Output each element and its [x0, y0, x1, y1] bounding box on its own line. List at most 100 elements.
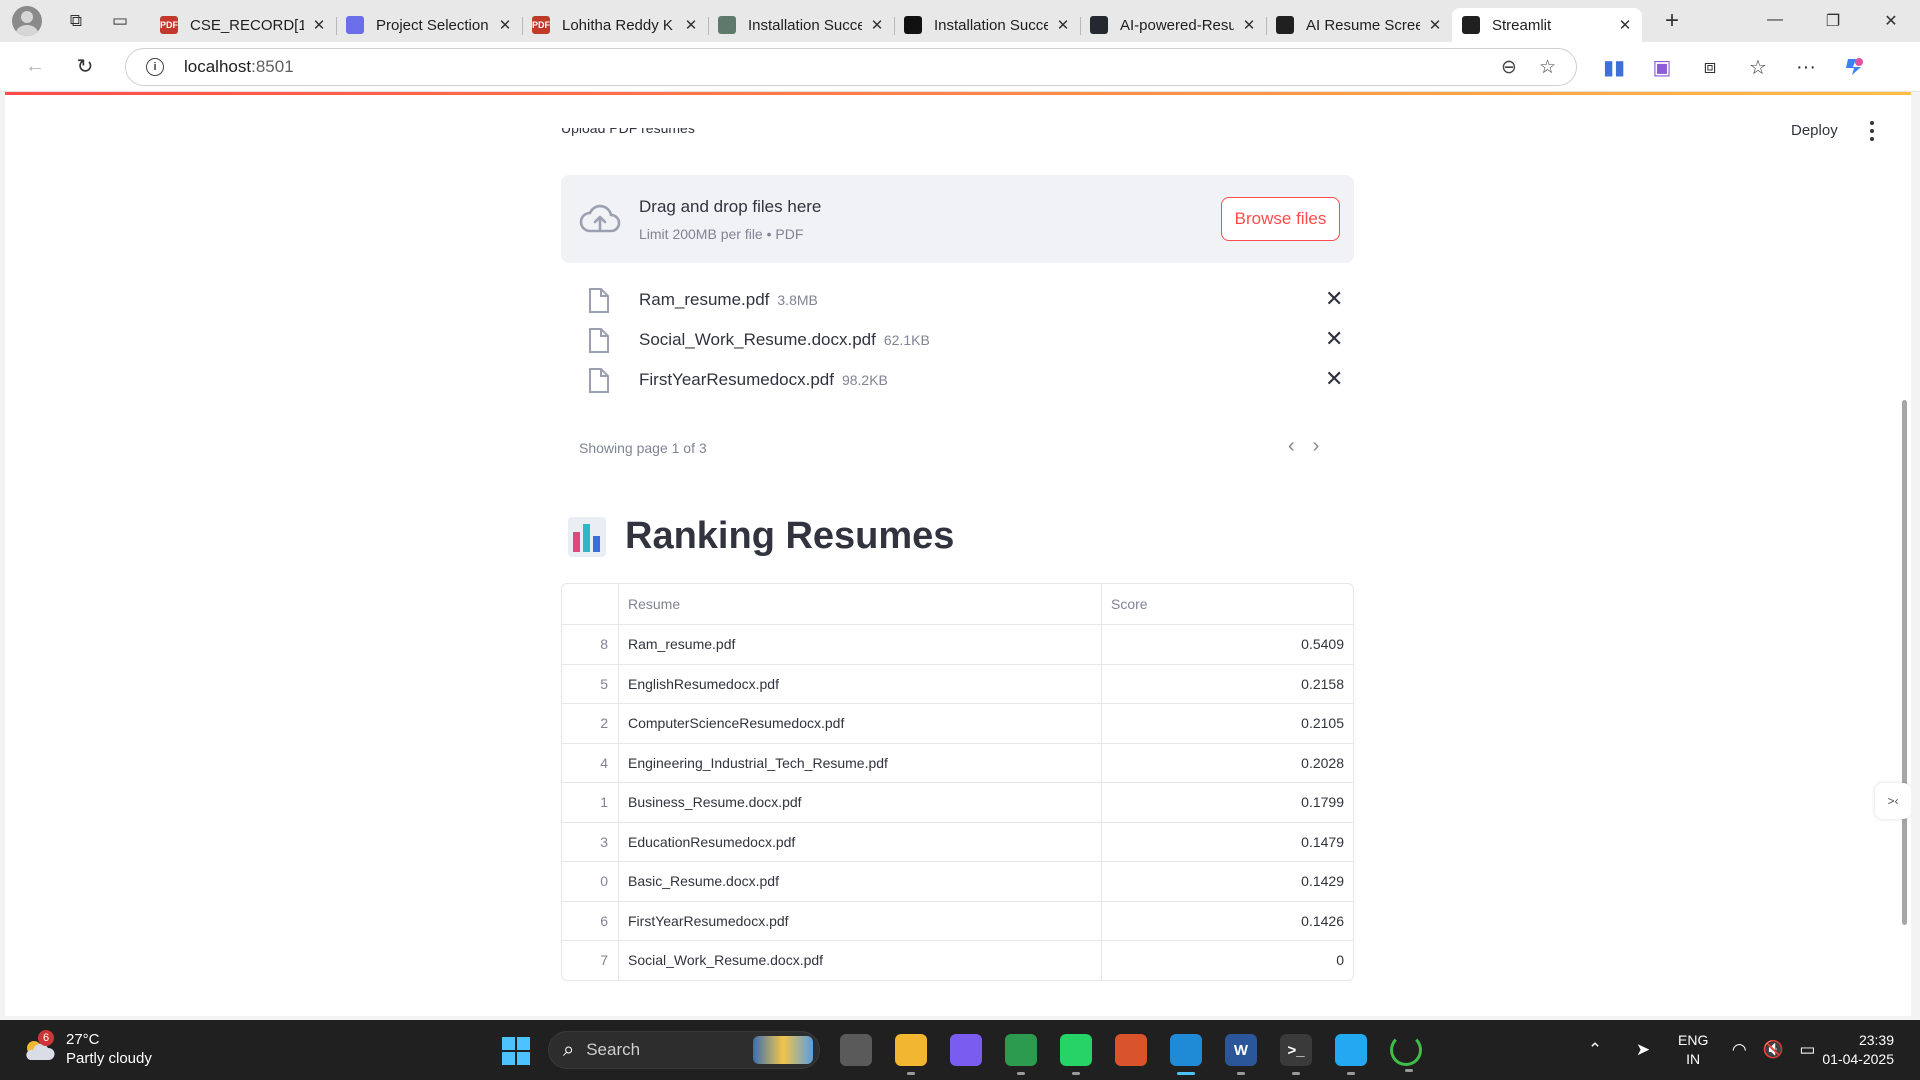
- taskbar-word-icon[interactable]: W: [1225, 1034, 1257, 1075]
- main-menu-icon[interactable]: [1867, 119, 1877, 143]
- resume-cell: FirstYearResumedocx.pdf: [619, 901, 1102, 940]
- resume-cell: Engineering_Industrial_Tech_Resume.pdf: [619, 743, 1102, 782]
- extension-purple-icon[interactable]: ▣: [1638, 48, 1686, 86]
- taskbar-matlab-icon[interactable]: [1115, 1034, 1147, 1066]
- tab-close-icon[interactable]: ✕: [868, 16, 886, 34]
- table-row[interactable]: 1 Business_Resume.docx.pdf 0.1799: [562, 782, 1353, 822]
- browse-files-button[interactable]: Browse files: [1221, 197, 1340, 241]
- taskbar-search[interactable]: ⌕ Search: [548, 1031, 820, 1069]
- weather-condition: Partly cloudy: [66, 1050, 152, 1067]
- taskbar-edge-icon[interactable]: [1170, 1034, 1202, 1075]
- running-indicator: [1177, 1072, 1195, 1075]
- score-column-header[interactable]: Score: [1102, 584, 1353, 624]
- wifi-icon[interactable]: ◠: [1722, 1040, 1756, 1060]
- volume-muted-icon[interactable]: 🔇: [1756, 1040, 1790, 1060]
- profile-avatar-icon[interactable]: [12, 6, 42, 36]
- clock[interactable]: 23:39 01-04-2025: [1812, 1031, 1894, 1069]
- table-row[interactable]: 4 Engineering_Industrial_Tech_Resume.pdf 0…: [562, 742, 1353, 782]
- browser-tab[interactable]: AI Resume Scree ✕: [1266, 8, 1452, 42]
- browser-tab-strip: ⧉ ▭ PDFCSE_RECORD[1].pdf✕Project Selecti…: [0, 0, 1920, 42]
- tab-close-icon[interactable]: ✕: [310, 16, 328, 34]
- browser-tab[interactable]: Project Selection ✕: [336, 8, 522, 42]
- start-menu-icon[interactable]: [502, 1037, 530, 1065]
- browser-tab[interactable]: AI-powered-Resu ✕: [1080, 8, 1266, 42]
- taskbar-vscode-icon[interactable]: [1335, 1034, 1367, 1075]
- tab-close-icon[interactable]: ✕: [1616, 16, 1634, 34]
- tab-close-icon[interactable]: ✕: [1240, 16, 1258, 34]
- ranking-table[interactable]: Resume Score 8 Ram_resume.pdf 0.5409 5 Engli…: [561, 583, 1354, 981]
- row-index: 2: [562, 704, 619, 743]
- browser-toolbar: ← ↻ i localhost:8501 ⊖ ☆ ▮▮ ▣ ⧈ ☆ ···: [0, 42, 1920, 92]
- site-info-icon[interactable]: i: [146, 58, 164, 76]
- deploy-button[interactable]: Deploy: [1791, 122, 1838, 139]
- new-tab-button[interactable]: +: [1652, 6, 1692, 36]
- pagination-controls: ‹ ›: [1288, 435, 1319, 458]
- tab-close-icon[interactable]: ✕: [1426, 16, 1444, 34]
- minimize-icon[interactable]: —: [1746, 11, 1804, 31]
- taskbar-file-explorer-icon[interactable]: [895, 1034, 927, 1075]
- score-cell: 0.5409: [1301, 636, 1344, 653]
- table-row[interactable]: 8 Ram_resume.pdf 0.5409: [562, 624, 1353, 664]
- taskbar-copilot-icon[interactable]: [950, 1034, 982, 1066]
- more-menu-icon[interactable]: ···: [1782, 48, 1830, 86]
- zoom-out-icon[interactable]: ⊖: [1501, 56, 1517, 79]
- back-icon[interactable]: ←: [15, 49, 55, 85]
- ranking-heading: Ranking Resumes: [567, 515, 954, 558]
- score-cell: 0.2028: [1301, 754, 1344, 771]
- resume-column-header[interactable]: Resume: [619, 584, 1102, 624]
- address-bar[interactable]: i localhost:8501 ⊖ ☆: [125, 48, 1577, 86]
- taskbar-loading-app-icon[interactable]: [1390, 1034, 1422, 1072]
- browser-tab[interactable]: Installation Succe ✕: [894, 8, 1080, 42]
- row-index: 5: [562, 664, 619, 703]
- tab-title: Installation Succe: [934, 16, 1048, 34]
- location-arrow-icon[interactable]: ➤: [1626, 1040, 1660, 1060]
- browser-tab[interactable]: PDF CSE_RECORD[1].pdf ✕: [150, 8, 336, 42]
- remove-file-icon[interactable]: ✕: [1325, 328, 1343, 350]
- running-indicator: [1237, 1072, 1245, 1075]
- taskbar-whatsapp-icon[interactable]: [1060, 1034, 1092, 1075]
- extension-blue-icon[interactable]: ▮▮: [1590, 48, 1638, 86]
- table-row[interactable]: 3 EducationResumedocx.pdf 0.1479: [562, 821, 1353, 861]
- copilot-icon[interactable]: [1830, 48, 1878, 86]
- tab-favicon-icon: [1090, 16, 1108, 34]
- table-row[interactable]: 2 ComputerScienceResumedocx.pdf 0.2105: [562, 703, 1353, 743]
- table-row[interactable]: 5 EnglishResumedocx.pdf 0.2158: [562, 663, 1353, 703]
- table-row[interactable]: 7 Social_Work_Resume.docx.pdf 0: [562, 940, 1353, 980]
- taskbar-chrome-icon[interactable]: [1005, 1034, 1037, 1075]
- table-row[interactable]: 0 Basic_Resume.docx.pdf 0.1429: [562, 861, 1353, 901]
- chevron-up-icon[interactable]: ⌃: [1578, 1040, 1612, 1060]
- running-indicator: [1072, 1072, 1080, 1075]
- tab-close-icon[interactable]: ✕: [1054, 16, 1072, 34]
- chevron-left-icon[interactable]: ‹: [1288, 435, 1295, 458]
- workspaces-icon[interactable]: ⧉: [58, 6, 94, 36]
- favorite-star-icon[interactable]: ☆: [1539, 56, 1556, 79]
- browser-tab[interactable]: Installation Succe ✕: [708, 8, 894, 42]
- streamlit-page[interactable]: Deploy Upload PDF resumes Drag and drop …: [5, 95, 1911, 1016]
- reload-icon[interactable]: ↻: [65, 49, 105, 85]
- chevron-right-icon[interactable]: ›: [1313, 435, 1320, 458]
- favorites-icon[interactable]: ☆: [1734, 48, 1782, 86]
- taskbar-app-label: >_: [1287, 1041, 1305, 1059]
- row-index: 4: [562, 743, 619, 782]
- restore-icon[interactable]: ❐: [1804, 11, 1862, 31]
- tab-title: CSE_RECORD[1].pdf: [190, 16, 304, 34]
- remove-file-icon[interactable]: ✕: [1325, 288, 1343, 310]
- language-indicator[interactable]: ENG IN: [1678, 1031, 1708, 1069]
- taskbar-terminal-icon[interactable]: >_: [1280, 1034, 1312, 1075]
- resume-cell: Social_Work_Resume.docx.pdf: [619, 941, 1102, 980]
- browser-tab[interactable]: Streamlit ✕: [1452, 8, 1642, 42]
- table-row[interactable]: 6 FirstYearResumedocx.pdf 0.1426: [562, 900, 1353, 940]
- weather-widget[interactable]: 6 27°C Partly cloudy: [22, 1030, 152, 1068]
- resume-cell: ComputerScienceResumedocx.pdf: [619, 704, 1102, 743]
- browser-tab[interactable]: PDF Lohitha Reddy K ✕: [522, 8, 708, 42]
- tab-close-icon[interactable]: ✕: [682, 16, 700, 34]
- tab-actions-icon[interactable]: ▭: [102, 6, 138, 36]
- tab-close-icon[interactable]: ✕: [496, 16, 514, 34]
- sidebar-toggle-icon[interactable]: >‹: [1875, 783, 1911, 819]
- file-dropzone[interactable]: Drag and drop files here Limit 200MB per…: [561, 175, 1354, 263]
- remove-file-icon[interactable]: ✕: [1325, 368, 1343, 390]
- taskbar-task-view-icon[interactable]: [840, 1034, 872, 1066]
- extensions-puzzle-icon[interactable]: ⧈: [1686, 48, 1734, 86]
- page-scrollbar[interactable]: [1902, 400, 1907, 925]
- close-window-icon[interactable]: ✕: [1862, 11, 1920, 31]
